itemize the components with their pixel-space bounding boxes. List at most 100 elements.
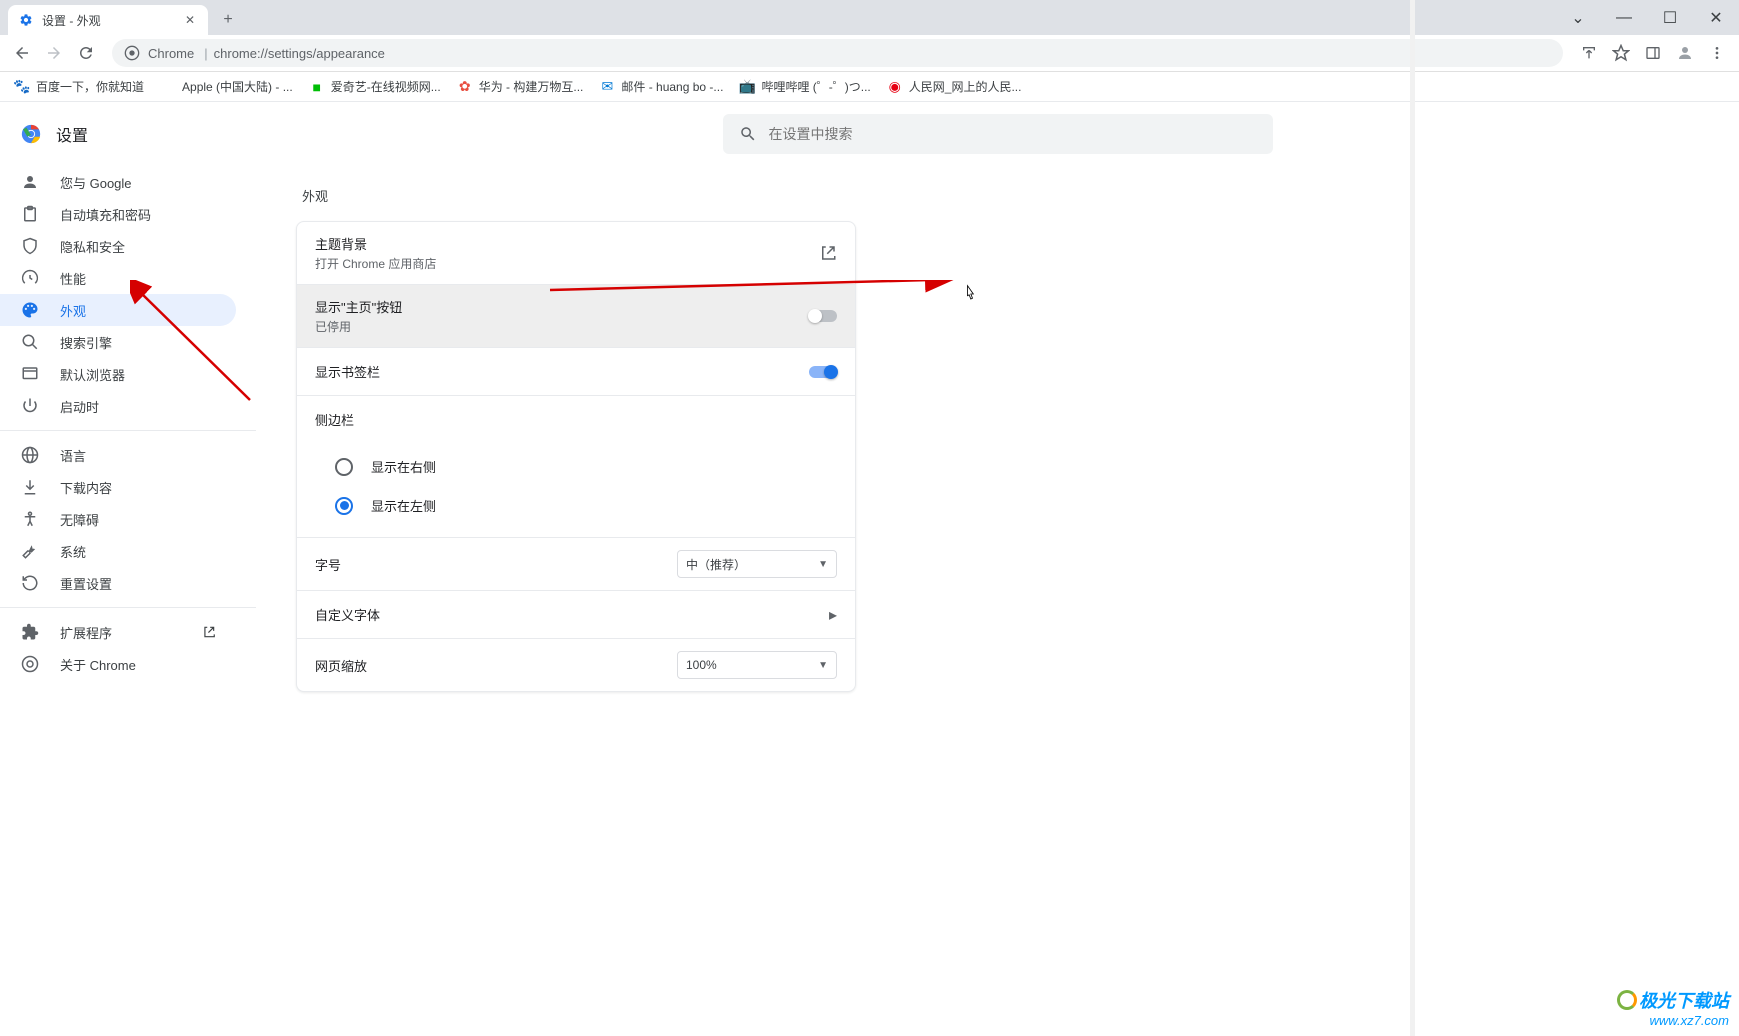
bookmark-item[interactable]: ✿华为 - 构建万物互... [451, 74, 590, 99]
search-input[interactable] [769, 126, 1257, 142]
bookmark-item[interactable]: Apple (中国大陆) - ... [154, 74, 299, 99]
scrollbar[interactable] [1410, 0, 1415, 1036]
wrench-icon [20, 541, 40, 561]
font-size-row: 字号 中（推荐）▼ [297, 537, 855, 590]
page-zoom-dropdown[interactable]: 100%▼ [677, 651, 837, 679]
sidebar-item-about-chrome[interactable]: 关于 Chrome [0, 648, 236, 680]
side-panel-icon[interactable] [1639, 39, 1667, 67]
bookmarks-bar-toggle[interactable] [809, 366, 837, 378]
close-window-button[interactable]: ✕ [1693, 0, 1739, 35]
accessibility-icon [20, 509, 40, 529]
sidebar-item-downloads[interactable]: 下载内容 [0, 471, 236, 503]
bookmarks-bar-row[interactable]: 显示书签栏 [297, 347, 855, 395]
iqiyi-icon: ■ [309, 79, 325, 95]
page-zoom-row: 网页缩放 100%▼ [297, 638, 855, 691]
person-icon [20, 172, 40, 192]
theme-title: 主题背景 [315, 234, 819, 253]
sidebar-item-default-browser[interactable]: 默认浏览器 [0, 358, 236, 390]
paw-icon: 🐾 [14, 79, 30, 95]
nav-divider [0, 430, 256, 431]
bookmark-item[interactable]: 📺哔哩哔哩 (゜-゜)つ... [733, 74, 876, 99]
sidebar-section-label: 侧边栏 [297, 395, 855, 443]
chrome-icon [20, 654, 40, 674]
sidebar-item-extensions[interactable]: 扩展程序 [0, 616, 236, 648]
palette-icon [20, 300, 40, 320]
chevron-right-icon: ▸ [829, 605, 837, 625]
address-bar[interactable]: Chrome | chrome://settings/appearance [112, 39, 1563, 67]
bookmark-star-icon[interactable] [1607, 39, 1635, 67]
watermark-logo-icon [1617, 990, 1637, 1010]
download-icon [20, 477, 40, 497]
new-tab-button[interactable]: + [214, 6, 242, 34]
bookmark-item[interactable]: ✉邮件 - huang bo -... [593, 74, 729, 99]
settings-search[interactable] [723, 114, 1273, 154]
sidebar-item-search-engine[interactable]: 搜索引擎 [0, 326, 236, 358]
url-text: chrome://settings/appearance [214, 46, 385, 61]
browser-icon [20, 364, 40, 384]
tab-search-icon[interactable]: ⌄ [1555, 0, 1601, 35]
home-button-row[interactable]: 显示"主页"按钮 已停用 [297, 284, 855, 347]
globe-icon [20, 445, 40, 465]
sidebar-item-autofill[interactable]: 自动填充和密码 [0, 198, 236, 230]
bookmarks-bar: 🐾百度一下，你就知道 Apple (中国大陆) - ... ■爱奇艺-在线视频网… [0, 72, 1739, 102]
bookmark-item[interactable]: ◉人民网_网上的人民... [881, 74, 1028, 99]
search-icon [20, 332, 40, 352]
sidebar-item-on-startup[interactable]: 启动时 [0, 390, 236, 422]
url-prefix: Chrome [148, 46, 194, 61]
window-titlebar: 设置 - 外观 ✕ + ⌄ — ☐ ✕ [0, 0, 1739, 35]
gear-icon [18, 12, 34, 28]
minimize-button[interactable]: — [1601, 0, 1647, 35]
maximize-button[interactable]: ☐ [1647, 0, 1693, 35]
external-link-icon [819, 244, 837, 262]
shield-icon [20, 236, 40, 256]
kebab-menu-icon[interactable] [1703, 39, 1731, 67]
outlook-icon: ✉ [599, 79, 615, 95]
tab-title: 设置 - 外观 [42, 12, 101, 29]
sidebar-item-languages[interactable]: 语言 [0, 439, 236, 471]
search-icon [739, 125, 757, 143]
speedometer-icon [20, 268, 40, 288]
reload-button[interactable] [72, 39, 100, 67]
apple-icon [160, 79, 176, 95]
chrome-logo-icon [20, 123, 42, 145]
sidebar-item-privacy[interactable]: 隐私和安全 [0, 230, 236, 262]
nav-divider [0, 607, 256, 608]
bookmark-item[interactable]: 🐾百度一下，你就知道 [8, 74, 150, 99]
clipboard-icon [20, 204, 40, 224]
theme-row[interactable]: 主题背景 打开 Chrome 应用商店 [297, 222, 855, 284]
sidebar-left-option[interactable]: 显示在左侧 [315, 486, 837, 525]
chrome-icon [124, 45, 140, 61]
custom-fonts-row[interactable]: 自定义字体 ▸ [297, 590, 855, 638]
share-icon[interactable] [1575, 39, 1603, 67]
home-button-toggle[interactable] [809, 310, 837, 322]
browser-tab-0[interactable]: 设置 - 外观 ✕ [8, 5, 208, 35]
sidebar-item-performance[interactable]: 性能 [0, 262, 236, 294]
close-tab-icon[interactable]: ✕ [182, 12, 198, 28]
sidebar-item-accessibility[interactable]: 无障碍 [0, 503, 236, 535]
radio-icon [335, 458, 353, 476]
settings-nav: 您与 Google 自动填充和密码 隐私和安全 性能 外观 搜索引擎 默认浏览器… [0, 158, 256, 688]
settings-content: 设置 您与 Google 自动填充和密码 隐私和安全 性能 外观 搜索引擎 默认… [0, 102, 1739, 1036]
radio-icon [335, 497, 353, 515]
back-button[interactable] [8, 39, 36, 67]
section-title: 外观 [302, 186, 1699, 205]
profile-icon[interactable] [1671, 39, 1699, 67]
bilibili-icon: 📺 [739, 79, 755, 95]
forward-button[interactable] [40, 39, 68, 67]
sidebar-item-you-and-google[interactable]: 您与 Google [0, 166, 236, 198]
chevron-down-icon: ▼ [818, 559, 828, 570]
chevron-down-icon: ▼ [818, 660, 828, 671]
bookmark-item[interactable]: ■爱奇艺-在线视频网... [303, 74, 447, 99]
sidebar-item-reset[interactable]: 重置设置 [0, 567, 236, 599]
sidebar-item-system[interactable]: 系统 [0, 535, 236, 567]
browser-toolbar: Chrome | chrome://settings/appearance [0, 35, 1739, 72]
people-icon: ◉ [887, 79, 903, 95]
settings-sidebar: 设置 您与 Google 自动填充和密码 隐私和安全 性能 外观 搜索引擎 默认… [0, 102, 256, 1036]
sidebar-right-option[interactable]: 显示在右侧 [315, 447, 837, 486]
sidebar-item-appearance[interactable]: 外观 [0, 294, 236, 326]
home-button-sub: 已停用 [315, 318, 809, 335]
restore-icon [20, 573, 40, 593]
appearance-card: 主题背景 打开 Chrome 应用商店 显示"主页"按钮 已停用 显示书签栏 侧… [296, 221, 856, 692]
app-header: 设置 [0, 110, 256, 158]
font-size-dropdown[interactable]: 中（推荐）▼ [677, 550, 837, 578]
